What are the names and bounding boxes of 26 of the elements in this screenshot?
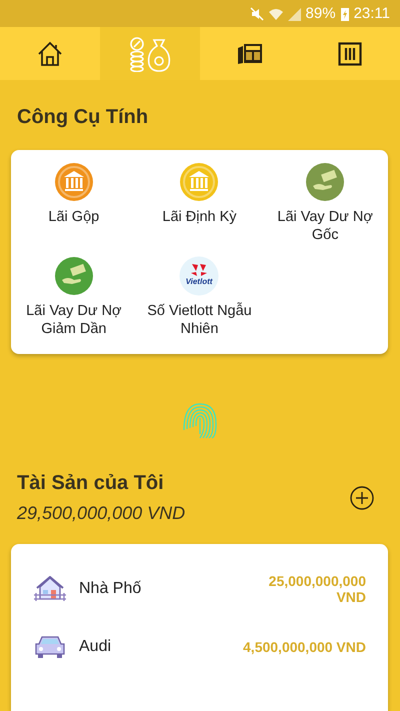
clock: 23:11 (354, 5, 390, 22)
calculator-tool[interactable]: Lãi Vay Dư Nợ Gốc (262, 162, 388, 256)
calculator-tool[interactable]: Lãi Định Kỳ (136, 162, 262, 256)
asset-name: Nhà Phố (79, 580, 142, 598)
lottery-logo: Vietlott (179, 256, 220, 296)
calculator-tool[interactable]: Lãi Gộp (11, 162, 137, 256)
section-title: Tài Sản của Tôi (17, 472, 165, 495)
add-icon[interactable] (350, 486, 374, 510)
home-icon (36, 40, 64, 66)
columns-icon (338, 42, 362, 66)
car-icon (33, 634, 67, 660)
wifi-icon (268, 6, 283, 20)
calculator-tool[interactable]: Lãi Vay Dư Nợ Giảm Dần (11, 256, 137, 350)
coins-money-bag-icon (127, 36, 173, 72)
asset-name: Audi (79, 638, 112, 656)
calculator-tool[interactable]: Vietlott Số Vietlott Ngẫu Nhiên (136, 256, 262, 350)
mute-icon (250, 6, 264, 20)
total-assets: 29,500,000,000 VND (17, 503, 186, 524)
asset-value: 25,000,000,000 VND (268, 573, 366, 605)
asset-value: 4,500,000,000 VND (242, 639, 366, 655)
battery-charging-icon (340, 6, 349, 20)
battery-percent: 89% (306, 5, 336, 22)
newspaper-icon (237, 42, 263, 64)
house-icon (33, 576, 67, 602)
section-title: Công Cụ Tính (17, 106, 150, 129)
signal-icon (288, 6, 301, 20)
